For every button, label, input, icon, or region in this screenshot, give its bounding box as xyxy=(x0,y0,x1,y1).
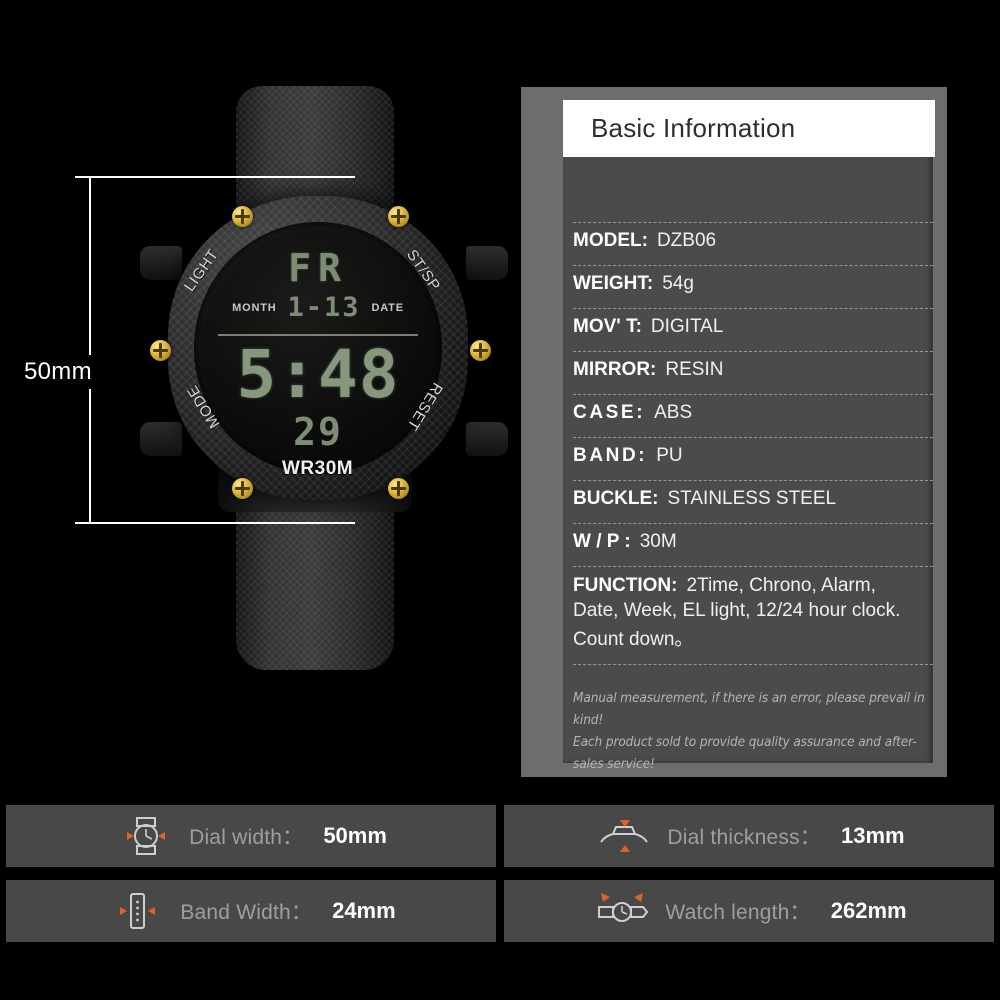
page-title: Basic Information xyxy=(591,113,796,143)
spec-key: W / P : xyxy=(573,531,631,552)
bezel-screw-middle-right xyxy=(470,340,491,361)
watch-case: FR MONTH 1-13 DATE 5:48 29 xyxy=(168,196,468,500)
lcd-date-label: DATE xyxy=(371,301,404,314)
watch-length-icon xyxy=(598,893,649,922)
lcd-day-value: FR xyxy=(288,246,348,290)
watch-side-thickness-icon xyxy=(600,820,649,852)
spec-key: MODEL: xyxy=(573,230,648,251)
spec-bar-dial-thickness: Dial thickness： 13mm xyxy=(504,805,994,867)
lcd-date-value: 1-13 xyxy=(287,292,361,323)
spec-row: MODEL: DZB06 xyxy=(573,222,933,265)
spec-key: CASE: xyxy=(573,402,646,423)
spec-value: 30M xyxy=(639,531,677,552)
spec-key: WEIGHT: xyxy=(573,273,654,294)
spec-bar-value: 262mm xyxy=(830,898,907,923)
dimension-tick-bottom xyxy=(75,522,355,524)
info-panel-header: Basic Information xyxy=(563,100,935,157)
bezel-label-water-resistance: WR30M xyxy=(282,458,354,479)
spec-row: MIRROR: RESIN xyxy=(573,351,933,394)
spec-row: BUCKLE: STAINLESS STEEL xyxy=(573,480,933,523)
spec-row: BAND: PU xyxy=(573,437,933,480)
spec-key: MIRROR: xyxy=(573,359,657,380)
spec-row: MOV' T: DIGITAL xyxy=(573,308,933,351)
spec-key: BAND: xyxy=(573,445,648,466)
dimension-line-vertical xyxy=(89,176,91,524)
bezel-screw-top-right xyxy=(388,206,409,227)
lcd-date-row: MONTH 1-13 DATE xyxy=(202,292,434,323)
spec-bar-label: Dial thickness： xyxy=(667,826,821,849)
spec-key: BUCKLE: xyxy=(573,488,659,509)
spec-bar-watch-length: Watch length： 262mm xyxy=(504,880,994,942)
dimension-tick-top xyxy=(75,176,355,178)
spec-value: PU xyxy=(656,445,683,466)
watch-pusher-top-right xyxy=(466,246,508,280)
spec-row: WEIGHT: 54g xyxy=(573,265,933,308)
spec-bar-value: 13mm xyxy=(840,823,905,848)
disclaimer-line-1: Manual measurement, if there is an error… xyxy=(573,690,925,728)
spec-bar-label: Band Width： xyxy=(180,901,313,924)
spec-bar-band-width: Band Width： 24mm xyxy=(6,880,496,942)
spec-bar-label: Dial width： xyxy=(189,826,304,849)
spec-value: 54g xyxy=(662,273,694,294)
spec-row: W / P : 30M xyxy=(573,523,933,566)
spec-bar-value: 50mm xyxy=(323,823,387,848)
watch-strap-bottom xyxy=(236,500,394,670)
function-value-line-2: Date, Week, EL light, 12/24 hour clock. xyxy=(573,600,901,621)
function-value-line-1: 2Time, Chrono, Alarm, xyxy=(686,575,876,596)
function-value-line-3: Count down。 xyxy=(573,628,694,650)
specification-list: MODEL: DZB06 WEIGHT: 54g MOV' T: DIGITAL MIRRO… xyxy=(573,222,933,665)
spec-bar-value: 24mm xyxy=(332,898,396,923)
bezel-screw-middle-left xyxy=(150,340,171,361)
bezel-screw-top-left xyxy=(232,206,253,227)
function-block: FUNCTION: 2Time, Chrono, Alarm, Date, Week… xyxy=(573,566,933,665)
spec-row: CASE: ABS xyxy=(573,394,933,437)
function-line-1: FUNCTION: 2Time, Chrono, Alarm, xyxy=(573,575,933,597)
spec-bar-dial-width: Dial width： 50mm xyxy=(6,805,496,867)
spec-value: RESIN xyxy=(665,359,724,380)
watch-face-width-icon xyxy=(127,817,166,855)
strap-width-icon xyxy=(120,893,156,929)
bezel-screw-bottom-right xyxy=(388,478,409,499)
watch-photo-area: FR MONTH 1-13 DATE 5:48 29 LIGHT ST/SP M… xyxy=(0,0,510,790)
spec-key: MOV' T: xyxy=(573,316,642,337)
disclaimer-text: Manual measurement, if there is an error… xyxy=(573,688,939,775)
watch-lcd-display: FR MONTH 1-13 DATE 5:48 29 xyxy=(202,230,434,466)
lcd-time-value: 5:48 xyxy=(236,336,400,413)
spec-value: STAINLESS STEEL xyxy=(667,488,837,509)
watch-pusher-bottom-right xyxy=(466,422,508,456)
spec-value: DIGITAL xyxy=(650,316,724,337)
dimension-label-height: 50mm xyxy=(18,355,98,389)
lcd-seconds-value: 29 xyxy=(293,410,343,454)
spec-value: ABS xyxy=(654,402,693,423)
watch-pusher-top-left xyxy=(140,246,182,280)
spec-bar-label: Watch length： xyxy=(665,901,811,924)
function-key: FUNCTION: xyxy=(573,575,678,596)
disclaimer-line-2: Each product sold to provide quality ass… xyxy=(573,733,917,772)
bezel-screw-bottom-left xyxy=(232,478,253,499)
lcd-month-label: MONTH xyxy=(232,301,277,314)
spec-value: DZB06 xyxy=(656,230,717,251)
watch-pusher-bottom-left xyxy=(140,422,182,456)
